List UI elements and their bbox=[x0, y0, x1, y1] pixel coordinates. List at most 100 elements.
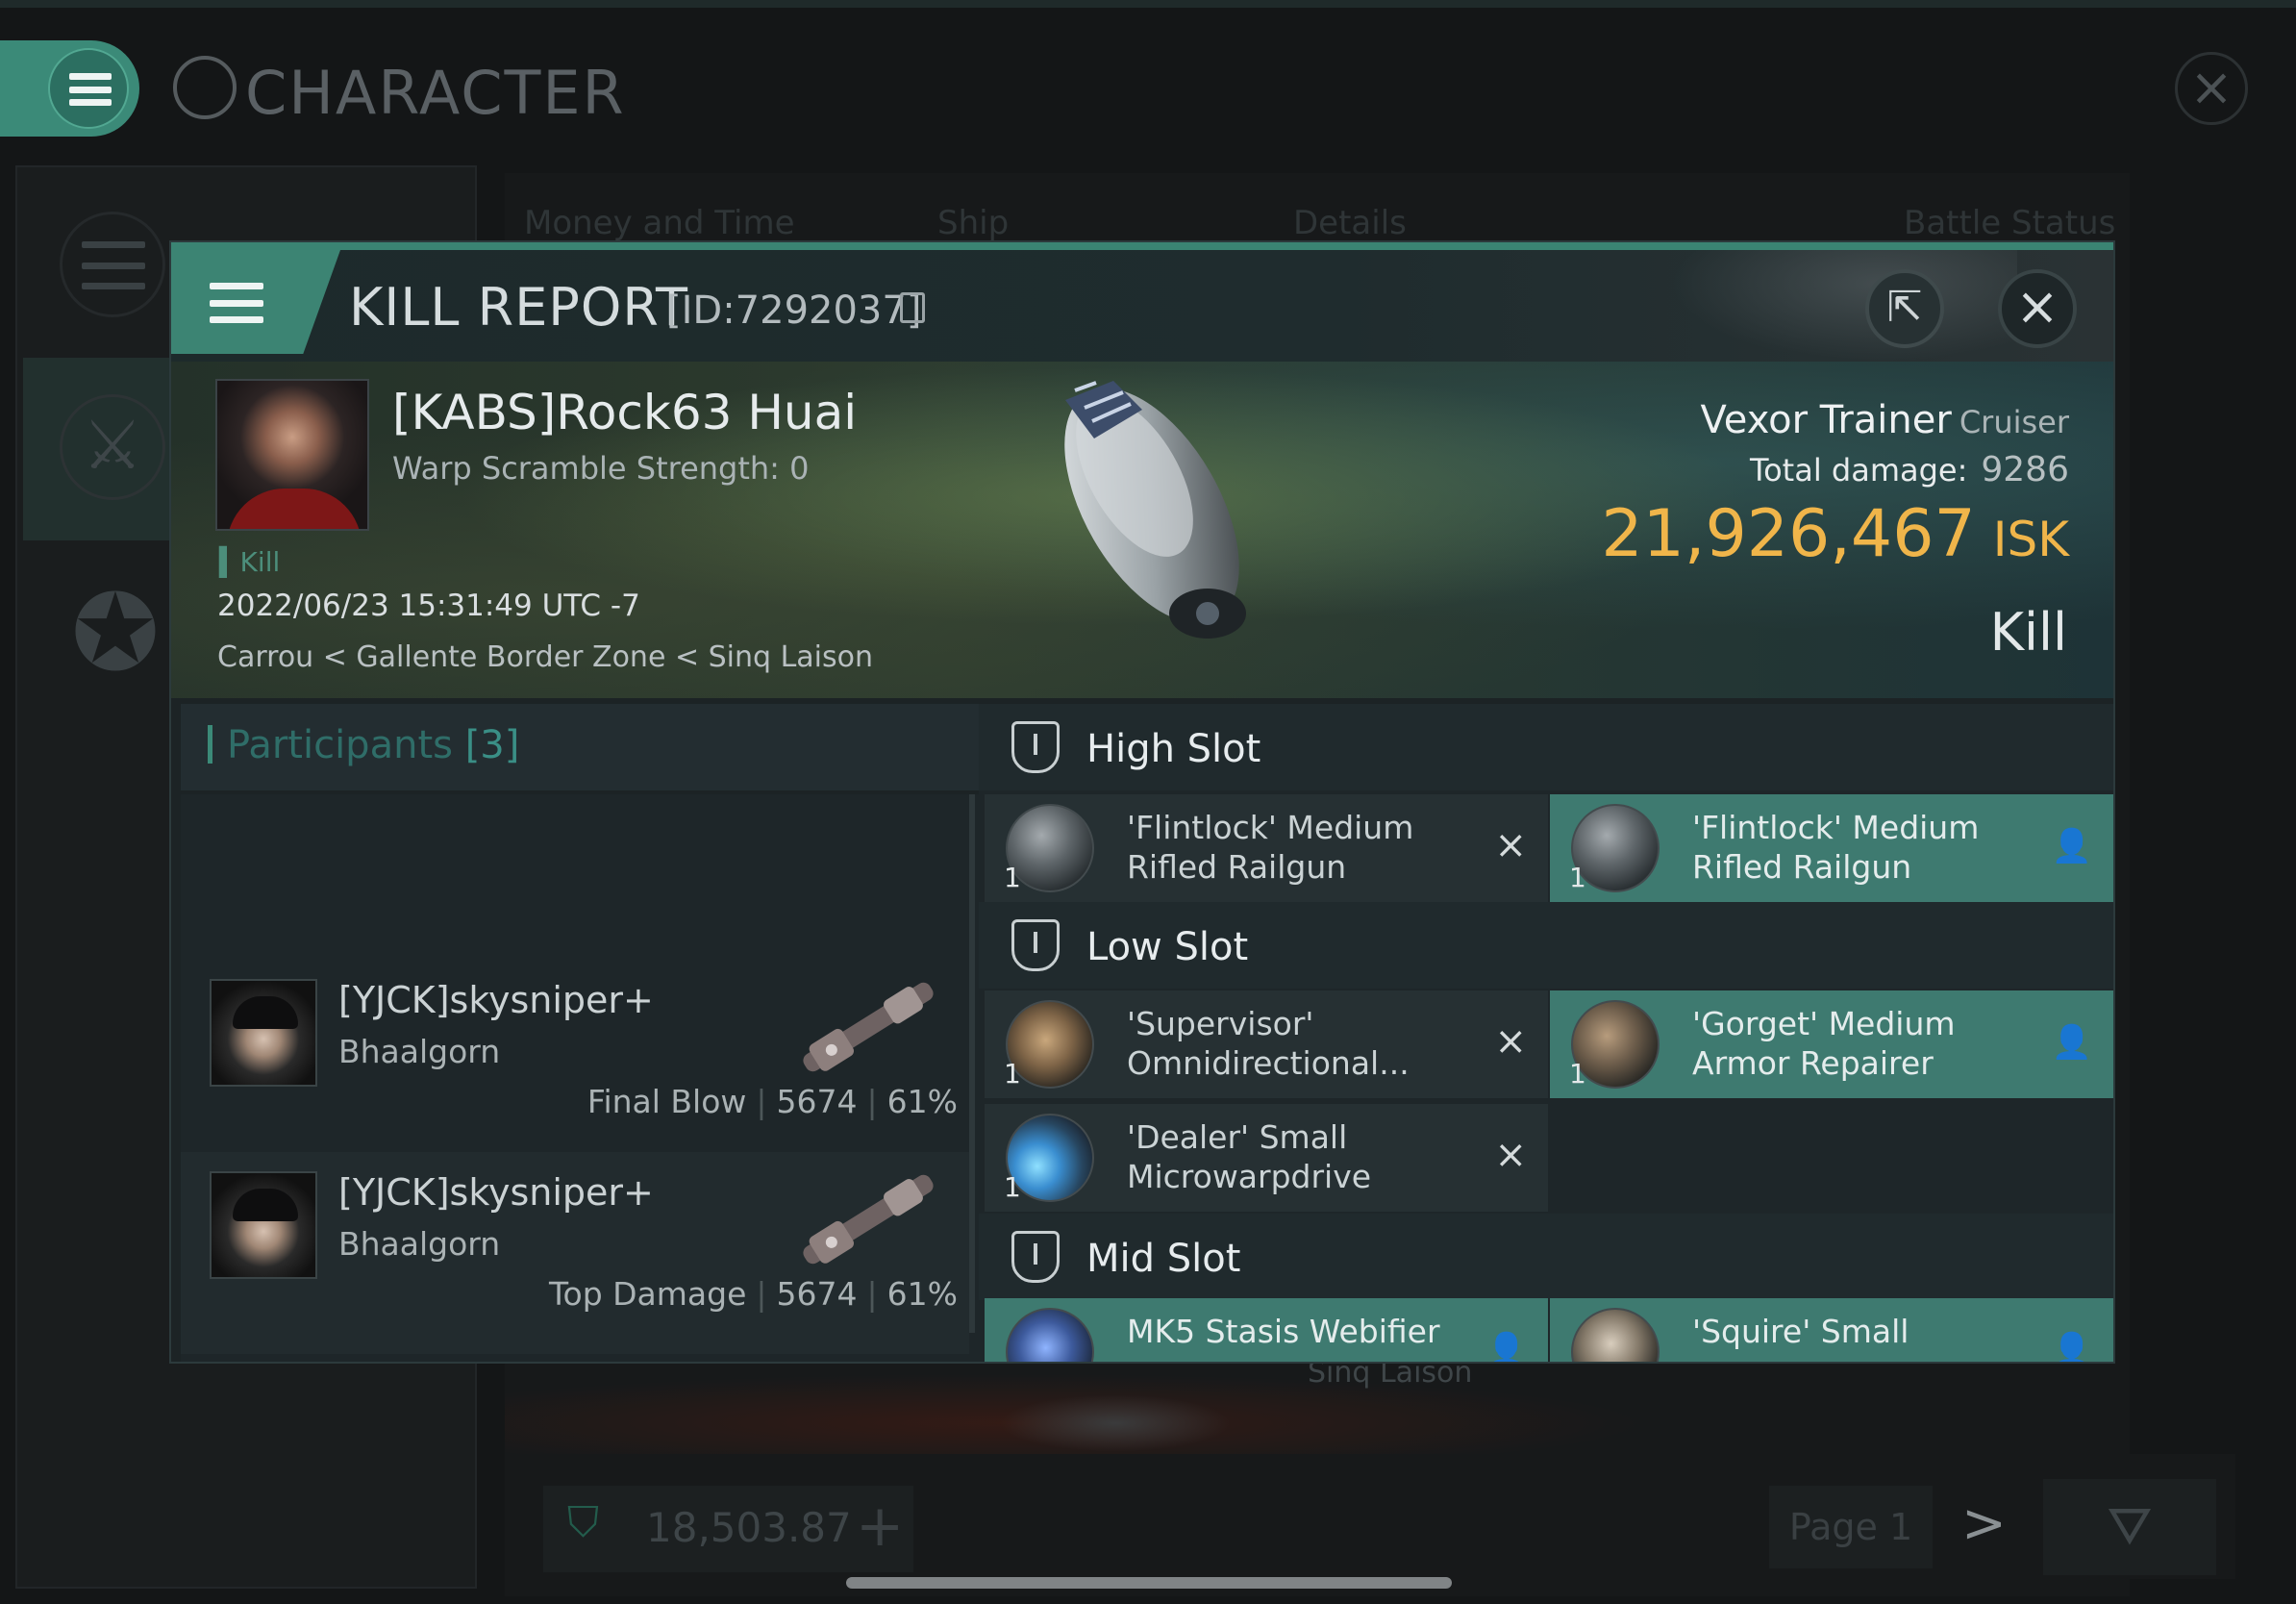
module-item[interactable]: 1 'Flintlock' Medium Rifled Railgun × bbox=[985, 794, 1548, 902]
dropped-person-icon: 👤 bbox=[1485, 1331, 1527, 1364]
tab-money-and-time[interactable]: Money and Time bbox=[524, 204, 795, 242]
total-damage-value: 9286 bbox=[1981, 450, 2069, 489]
horizontal-scrollbar[interactable] bbox=[846, 1577, 1452, 1589]
participant-stats: Final Blow | 5674 | 61% bbox=[586, 1083, 958, 1120]
low-slot-header: Low Slot bbox=[979, 902, 2113, 989]
page-indicator[interactable]: Page 1 bbox=[1769, 1486, 1933, 1568]
module-name: 'Squire' Small bbox=[1692, 1313, 1909, 1350]
isk-line: 21,926,467 ISK bbox=[1601, 496, 2069, 572]
participants-count: [3] bbox=[464, 723, 520, 767]
tab-battle-status[interactable]: Battle Status bbox=[1904, 204, 2115, 242]
capacitor-icon bbox=[1571, 1308, 1660, 1362]
hamburger-icon bbox=[69, 73, 112, 106]
ship-name-line: Vexor Trainer Cruiser bbox=[1701, 398, 2069, 442]
kill-location[interactable]: Carrou < Gallente Border Zone < Sinq Lai… bbox=[217, 640, 873, 674]
list-icon[interactable] bbox=[60, 212, 165, 317]
participant-ship: Bhaalgorn bbox=[338, 1225, 501, 1263]
destroyed-icon: × bbox=[1494, 1019, 1527, 1064]
background-ship bbox=[1000, 1394, 1231, 1452]
participant-name[interactable]: [YJCK]skysniper+ bbox=[338, 1171, 654, 1214]
wallet-icon: ⛉ bbox=[567, 1498, 599, 1547]
close-icon[interactable]: × bbox=[2175, 52, 2248, 125]
module-quantity: 1 bbox=[1569, 1058, 1586, 1090]
main-menu-ring bbox=[48, 48, 129, 129]
modal-accent-line bbox=[171, 242, 2113, 250]
participants-scrollbar[interactable] bbox=[969, 794, 975, 1333]
participant-ship: Bhaalgorn bbox=[338, 1033, 501, 1070]
participants-accent bbox=[208, 725, 212, 764]
isk-value: 21,926,467 bbox=[1601, 496, 1976, 572]
destroyed-icon: × bbox=[1494, 823, 1527, 867]
module-name: 'Flintlock' Medium Rifled Railgun bbox=[1692, 809, 1980, 886]
module-quantity: 1 bbox=[1004, 862, 1021, 893]
participant-row[interactable]: [YJCK]skysniper+ Bhaalgorn Final Blow | 56… bbox=[181, 960, 969, 1162]
wallet-balance: 18,503.87 bbox=[646, 1504, 852, 1551]
ship-render bbox=[1064, 381, 1246, 639]
module-name: MK5 Stasis Webifier bbox=[1127, 1313, 1440, 1350]
participant-portrait[interactable] bbox=[210, 1171, 317, 1279]
crossed-swords-icon[interactable]: ⚔ bbox=[60, 394, 165, 500]
high-slot-header: High Slot bbox=[979, 704, 2113, 790]
tab-details[interactable]: Details bbox=[1293, 204, 1407, 242]
destroyed-icon: × bbox=[1494, 1133, 1527, 1177]
share-button[interactable]: ⇱ bbox=[1865, 269, 1944, 348]
mid-slot-header: Mid Slot bbox=[979, 1214, 2113, 1300]
mid-slot-label: Mid Slot bbox=[1086, 1237, 1241, 1281]
weapon-icon bbox=[803, 982, 934, 1072]
module-name: 'Flintlock' Medium Rifled Railgun bbox=[1127, 809, 1414, 886]
participant-name[interactable]: [YJCK]skysniper+ bbox=[338, 979, 654, 1021]
module-name: 'Gorget' Medium Armor Repairer bbox=[1692, 1005, 1956, 1082]
weapon-icon bbox=[803, 1174, 934, 1265]
hamburger-icon bbox=[210, 283, 263, 323]
star-badge-icon[interactable]: ✪ bbox=[60, 575, 171, 692]
participant-portrait[interactable] bbox=[210, 979, 317, 1087]
module-item[interactable]: 1 'Flintlock' Medium Rifled Railgun 👤 bbox=[1550, 794, 2113, 902]
victim-portrait[interactable] bbox=[215, 379, 369, 531]
module-item[interactable]: MK5 Stasis Webifier 👤 bbox=[985, 1298, 1548, 1364]
top-edge bbox=[0, 0, 2296, 8]
module-item[interactable]: 1 'Supervisor' Omnidirectional... × bbox=[985, 990, 1548, 1098]
participants-title[interactable]: Participants [3] bbox=[227, 723, 519, 767]
module-name: 'Dealer' Small Microwarpdrive bbox=[1127, 1118, 1372, 1195]
window-title: CHARACTER bbox=[245, 58, 626, 128]
filter-icon[interactable]: ⛛ bbox=[2043, 1479, 2216, 1575]
ship-name[interactable]: Vexor Trainer bbox=[1701, 398, 1952, 442]
dropped-person-icon: 👤 bbox=[2051, 827, 2092, 865]
isk-unit: ISK bbox=[1992, 512, 2069, 567]
dropped-person-icon: 👤 bbox=[2051, 1331, 2092, 1364]
module-quantity: 1 bbox=[1004, 1058, 1021, 1090]
character-icon bbox=[173, 56, 237, 119]
module-item[interactable]: 1 'Dealer' Small Microwarpdrive × bbox=[985, 1104, 1548, 1212]
victim-name[interactable]: [KABS]Rock63 Huai bbox=[392, 385, 857, 440]
warp-scramble-strength: Warp Scramble Strength: 0 bbox=[392, 450, 810, 487]
tab-ship[interactable]: Ship bbox=[937, 204, 1009, 242]
low-slot-label: Low Slot bbox=[1086, 925, 1249, 969]
main-menu-button[interactable] bbox=[0, 40, 139, 137]
participant-row[interactable]: [YJCK]skysniper+ Bhaalgorn Top Damage | 56… bbox=[181, 1152, 969, 1354]
copy-icon[interactable] bbox=[900, 292, 925, 323]
kill-hero: [KABS]Rock63 Huai Warp Scramble Strength… bbox=[171, 362, 2113, 698]
next-page-icon[interactable]: > bbox=[1961, 1492, 2007, 1555]
kill-tag: ▍Kill bbox=[219, 546, 281, 578]
module-quantity: 1 bbox=[1004, 1171, 1021, 1203]
kill-report-modal: KILL REPORT [ID:7292037] ⇱ × [KABS]Rock6… bbox=[169, 240, 2115, 1364]
module-quantity: 1 bbox=[1569, 862, 1586, 893]
module-item[interactable]: 1 'Gorget' Medium Armor Repairer 👤 bbox=[1550, 990, 2113, 1098]
close-button[interactable]: × bbox=[1998, 269, 2077, 348]
module-item[interactable]: 'Squire' Small 👤 bbox=[1550, 1298, 2113, 1364]
ship-class: Cruiser bbox=[1959, 404, 2069, 440]
slot-shield-icon bbox=[1011, 1231, 1060, 1283]
participant-stats: Top Damage | 5674 | 61% bbox=[548, 1275, 958, 1313]
add-funds-button[interactable]: + bbox=[856, 1492, 904, 1560]
kill-date: 2022/06/23 15:31:49 UTC -7 bbox=[217, 589, 640, 623]
page-title: KILL REPORT bbox=[349, 277, 688, 338]
kill-status: Kill bbox=[1989, 602, 2067, 663]
header-decoration bbox=[1671, 250, 2017, 362]
dropped-person-icon: 👤 bbox=[2051, 1023, 2092, 1062]
slot-shield-icon bbox=[1011, 721, 1060, 773]
module-name: 'Supervisor' Omnidirectional... bbox=[1127, 1005, 1410, 1082]
high-slot-label: High Slot bbox=[1086, 727, 1261, 771]
stasis-webifier-icon bbox=[1006, 1308, 1094, 1362]
total-damage-line: Total damage: 9286 bbox=[1750, 450, 2069, 489]
kill-id: [ID:7292037] bbox=[666, 288, 922, 333]
